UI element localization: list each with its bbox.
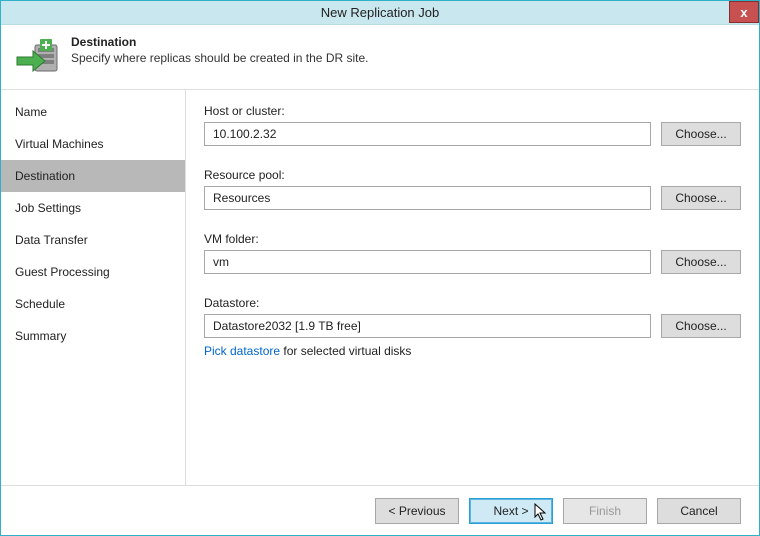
previous-button[interactable]: < Previous <box>375 498 459 524</box>
folder-label: VM folder: <box>204 232 741 246</box>
cancel-button[interactable]: Cancel <box>657 498 741 524</box>
header-subtitle: Specify where replicas should be created… <box>71 51 369 65</box>
wizard-sidebar: Name Virtual Machines Destination Job Se… <box>1 90 186 485</box>
window-title: New Replication Job <box>321 5 440 20</box>
datastore-input[interactable] <box>204 314 651 338</box>
host-label: Host or cluster: <box>204 104 741 118</box>
pool-label: Resource pool: <box>204 168 741 182</box>
close-icon: x <box>740 5 747 20</box>
close-button[interactable]: x <box>729 1 759 23</box>
wizard-footer: < Previous Next > Finish Cancel <box>1 485 759 535</box>
step-name[interactable]: Name <box>1 96 185 128</box>
folder-group: VM folder: Choose... <box>204 232 741 274</box>
step-summary[interactable]: Summary <box>1 320 185 352</box>
folder-input[interactable] <box>204 250 651 274</box>
step-virtual-machines[interactable]: Virtual Machines <box>1 128 185 160</box>
pick-datastore-suffix: for selected virtual disks <box>280 344 411 358</box>
pool-input[interactable] <box>204 186 651 210</box>
wizard-header: Destination Specify where replicas shoul… <box>1 25 759 89</box>
next-button[interactable]: Next > <box>469 498 553 524</box>
destination-icon <box>15 35 59 79</box>
pool-choose-button[interactable]: Choose... <box>661 186 741 210</box>
wizard-body: Name Virtual Machines Destination Job Se… <box>1 89 759 485</box>
pick-datastore-link[interactable]: Pick datastore <box>204 344 280 358</box>
step-job-settings[interactable]: Job Settings <box>1 192 185 224</box>
step-guest-processing[interactable]: Guest Processing <box>1 256 185 288</box>
pick-datastore-row: Pick datastore for selected virtual disk… <box>204 344 741 358</box>
wizard-main: Host or cluster: Choose... Resource pool… <box>186 90 759 485</box>
step-data-transfer[interactable]: Data Transfer <box>1 224 185 256</box>
step-destination[interactable]: Destination <box>1 160 185 192</box>
next-button-label: Next > <box>493 504 528 518</box>
cursor-icon <box>534 503 548 521</box>
host-input[interactable] <box>204 122 651 146</box>
step-schedule[interactable]: Schedule <box>1 288 185 320</box>
host-group: Host or cluster: Choose... <box>204 104 741 146</box>
finish-button: Finish <box>563 498 647 524</box>
header-text: Destination Specify where replicas shoul… <box>71 35 369 65</box>
host-choose-button[interactable]: Choose... <box>661 122 741 146</box>
header-title: Destination <box>71 35 369 49</box>
wizard-window: New Replication Job x Destination Specif… <box>0 0 760 536</box>
titlebar: New Replication Job x <box>1 1 759 25</box>
datastore-group: Datastore: Choose... Pick datastore for … <box>204 296 741 358</box>
folder-choose-button[interactable]: Choose... <box>661 250 741 274</box>
datastore-choose-button[interactable]: Choose... <box>661 314 741 338</box>
datastore-label: Datastore: <box>204 296 741 310</box>
pool-group: Resource pool: Choose... <box>204 168 741 210</box>
